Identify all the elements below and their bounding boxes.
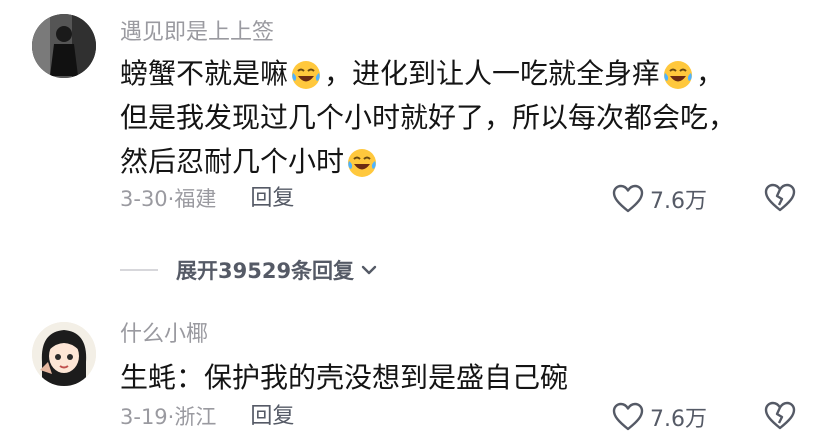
heart-outline-icon [612, 184, 644, 213]
broken-heart-icon [764, 183, 796, 212]
like-button[interactable]: 7.6万 [612, 401, 707, 433]
comment-text-segment: 螃蟹不就是嘛 [120, 57, 289, 90]
dislike-button[interactable] [764, 183, 796, 217]
expand-replies-label: 展开39529条回复 [176, 259, 355, 283]
comment-line: 生蚝：保护我的壳没想到是盛自己碗 [120, 356, 800, 400]
comment-date-location: 3-30·福建 [120, 187, 217, 211]
like-count: 7.6万 [650, 189, 707, 214]
comment-line: 螃蟹不就是嘛 ，进化到让人一吃就全身痒 ， [120, 52, 800, 96]
reply-button[interactable]: 回复 [250, 402, 294, 432]
comment-username[interactable]: 什么小椰 [120, 320, 208, 350]
comment-text-segment: ， [696, 57, 725, 90]
comment-username[interactable]: 遇见即是上上签 [120, 18, 274, 48]
comment-line: 但是我发现过几个小时就好了，所以每次都会吃， [120, 96, 800, 140]
comment-text: 螃蟹不就是嘛 ，进化到让人一吃就全身痒 ， 但是我发现过几个小时就好了，所以每次都会… [120, 52, 800, 184]
comment-meta: 3-30·福建 回复 [120, 184, 294, 214]
avatar-image [32, 322, 96, 386]
laughing-crying-emoji-icon [290, 59, 322, 91]
comment-text-segment: 生蚝：保护我的壳没想到是盛自己碗 [120, 361, 569, 394]
comment-line: 然后忍耐几个小时 [120, 140, 800, 184]
comment-meta: 3-19·浙江 回复 [120, 402, 294, 432]
avatar-image [32, 14, 96, 78]
comment-text-segment: 但是我发现过几个小时就好了，所以每次都会吃， [120, 101, 737, 134]
chevron-down-icon [361, 265, 377, 275]
heart-outline-icon [612, 402, 644, 431]
comment-text: 生蚝：保护我的壳没想到是盛自己碗 [120, 356, 800, 400]
avatar[interactable] [32, 322, 96, 386]
like-button[interactable]: 7.6万 [612, 183, 707, 215]
like-count: 7.6万 [650, 407, 707, 432]
laughing-crying-emoji-icon [662, 59, 694, 91]
comment-text-segment: 然后忍耐几个小时 [120, 145, 345, 178]
avatar[interactable] [32, 14, 96, 78]
comment-text-segment: ，进化到让人一吃就全身痒 [324, 57, 661, 90]
comment-date-location: 3-19·浙江 [120, 405, 217, 429]
laughing-crying-emoji-icon [346, 147, 378, 179]
dislike-button[interactable] [764, 401, 796, 435]
broken-heart-icon [764, 401, 796, 430]
divider [120, 269, 158, 271]
reply-button[interactable]: 回复 [250, 184, 294, 214]
expand-replies-button[interactable]: 展开39529条回复 [120, 255, 380, 285]
